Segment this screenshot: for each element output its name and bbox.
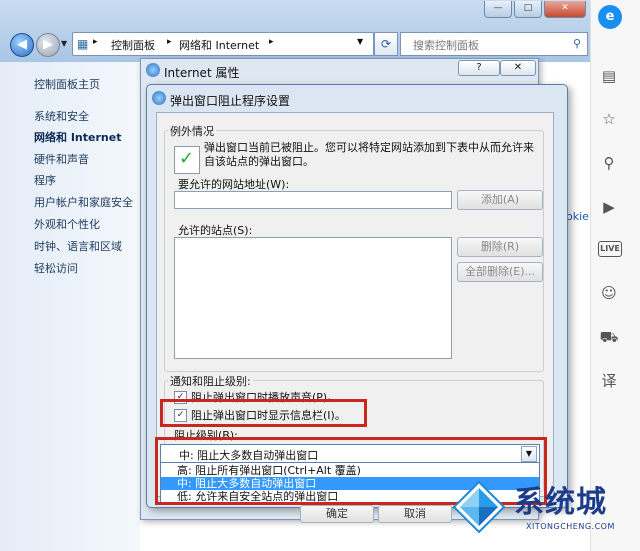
nav-home-link[interactable]: 控制面板主页 <box>34 76 100 92</box>
help-button[interactable]: ? <box>458 60 500 76</box>
search-placeholder: 搜索控制面板 <box>413 39 479 52</box>
watermark-title: 系统城 <box>514 485 607 520</box>
close-button[interactable]: ✕ <box>544 1 586 18</box>
ok-button[interactable]: 确定 <box>300 505 374 523</box>
internet-properties-title: Internet 属性 <box>164 66 240 80</box>
minimize-button[interactable]: — <box>484 1 512 18</box>
video-icon[interactable]: ▶ <box>598 196 620 218</box>
maximize-button[interactable]: □ <box>514 1 542 18</box>
address-bar[interactable]: ▦ ▸ 控制面板 ▸ 网络和 Internet ▸ ▼ <box>72 32 374 56</box>
nav-item-system-security[interactable]: 系统和安全 <box>34 108 89 124</box>
ie-icon <box>146 63 160 77</box>
translate-icon[interactable]: 译 <box>598 370 620 392</box>
info-shield-icon: ✓ <box>174 146 200 174</box>
ie-icon <box>152 91 166 105</box>
nav-item-hardware-sound[interactable]: 硬件和声音 <box>34 151 89 167</box>
nav-item-network-internet[interactable]: 网络和 Internet <box>34 129 121 145</box>
allowed-sites-label: 允许的站点(S): <box>178 224 253 237</box>
notify-group-label: 通知和阻止级别: <box>168 373 253 389</box>
chevron-down-icon[interactable]: ▼ <box>357 37 363 46</box>
browser-logo-icon[interactable]: e <box>598 5 622 29</box>
chevron-right-icon: ▸ <box>93 37 98 47</box>
address-label: 要允许的网站地址(W): <box>178 178 290 191</box>
search-input[interactable]: 搜索控制面板 ⚲ <box>400 32 588 56</box>
watermark-logo-icon <box>452 480 506 534</box>
control-panel-icon: ▦ <box>77 37 89 51</box>
close-button[interactable]: ✕ <box>500 60 536 76</box>
site-address-input[interactable] <box>174 191 452 209</box>
forward-button[interactable]: ▶ <box>36 33 60 57</box>
watermark-subtitle: XITONGCHENG.COM <box>526 522 615 531</box>
cart-icon[interactable]: ⛟ <box>598 326 620 348</box>
infobar-checkbox-highlight <box>160 399 367 427</box>
dialog-title: 弹出窗口阻止程序设置 <box>170 94 291 108</box>
window-controls: — □ ✕ <box>482 0 586 18</box>
nav-item-appearance[interactable]: 外观和个性化 <box>34 216 100 232</box>
history-dropdown-icon[interactable]: ▼ <box>61 39 67 48</box>
background-link-text[interactable]: okie <box>566 210 589 223</box>
search-icon[interactable]: ⚲ <box>598 152 620 174</box>
chat-icon[interactable]: ☺ <box>598 282 620 304</box>
info-text: 弹出窗口当前已被阻止。您可以将特定网站添加到下表中从而允许来自该站点的弹出窗口。 <box>204 141 534 168</box>
add-button[interactable]: 添加(A) <box>457 190 543 210</box>
nav-item-programs[interactable]: 程序 <box>34 172 56 188</box>
back-button[interactable]: ◀ <box>10 33 34 57</box>
chevron-right-icon: ▸ <box>167 37 172 47</box>
left-nav-pane: 控制面板主页 系统和安全 网络和 Internet 硬件和声音 程序 用户帐户和… <box>0 62 140 551</box>
news-icon[interactable]: ▤ <box>598 65 620 87</box>
cancel-button[interactable]: 取消 <box>378 505 452 523</box>
nav-item-user-accounts[interactable]: 用户帐户和家庭安全 <box>34 194 133 210</box>
breadcrumb-control-panel[interactable]: 控制面板 <box>111 37 155 53</box>
exceptions-group-label: 例外情况 <box>168 123 216 139</box>
remove-all-button[interactable]: 全部删除(E)... <box>457 262 543 282</box>
chevron-right-icon: ▸ <box>269 37 274 47</box>
refresh-icon[interactable]: ⟳ <box>374 32 398 56</box>
star-icon[interactable]: ☆ <box>598 108 620 130</box>
remove-button[interactable]: 删除(R) <box>457 237 543 257</box>
live-icon[interactable]: LIVE <box>598 241 622 257</box>
nav-item-clock-region[interactable]: 时钟、语言和区域 <box>34 238 122 254</box>
search-icon[interactable]: ⚲ <box>573 37 581 50</box>
nav-item-ease-of-access[interactable]: 轻松访问 <box>34 260 78 276</box>
allowed-sites-list[interactable] <box>174 237 452 359</box>
breadcrumb-network[interactable]: 网络和 Internet <box>179 37 259 53</box>
